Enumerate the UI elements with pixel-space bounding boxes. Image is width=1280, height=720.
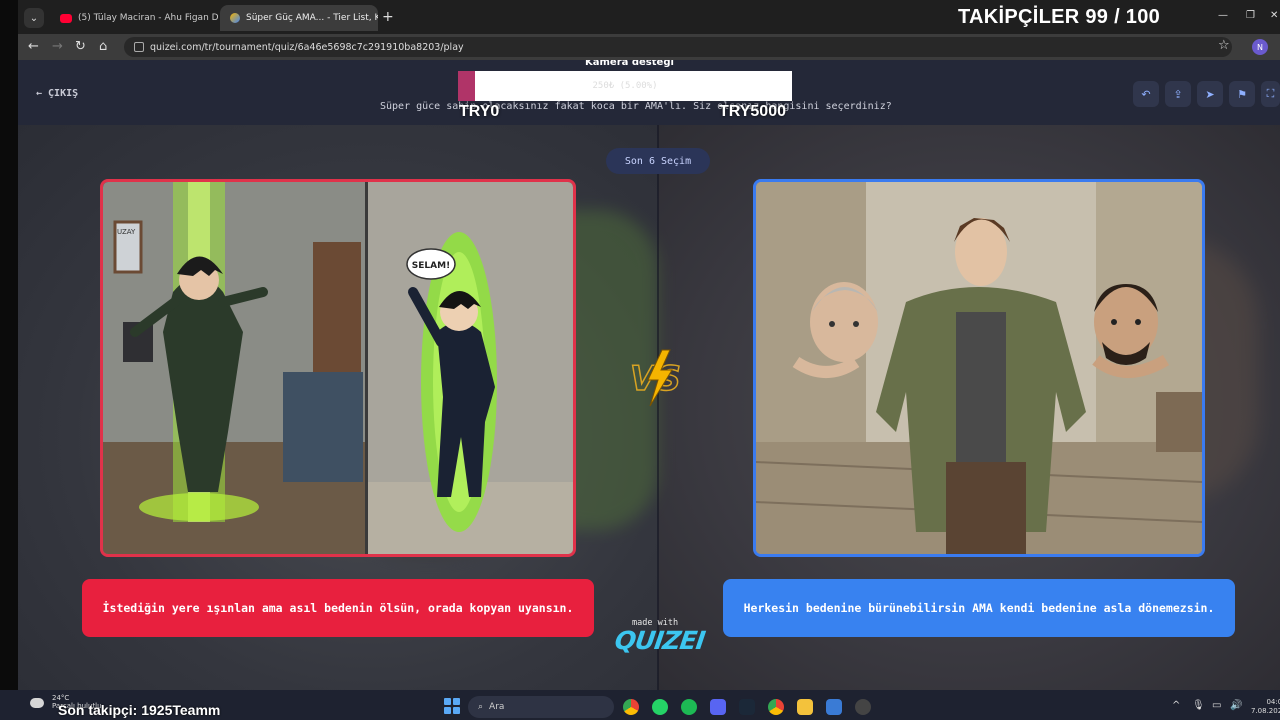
send-button[interactable]: ➤: [1197, 81, 1223, 107]
restore-icon[interactable]: ❐: [1246, 10, 1255, 21]
teleport-illustration: UZAY SELAM!: [103, 182, 573, 554]
followers-overlay: TAKİPÇİLER 99 / 100: [958, 6, 1161, 28]
volume-icon[interactable]: 🔊: [1230, 700, 1242, 711]
reload-icon[interactable]: ↻: [75, 39, 86, 54]
clock-date: 7.08.202: [1251, 707, 1280, 715]
poster-label: UZAY: [117, 228, 136, 236]
versus-icon: VS: [629, 349, 682, 407]
windows-taskbar: 24°C Parçalı bulutlu Son takipçi: 1925Te…: [0, 690, 1280, 720]
tray-chevron-icon[interactable]: ^: [1172, 700, 1180, 711]
youtube-icon: [60, 13, 72, 23]
quiz-page: ← ÇIKIŞ Süper güce sahip olacaksınız fak…: [18, 60, 1280, 690]
option-right-button[interactable]: Herkesin bedenine bürünebilirsin AMA ken…: [723, 579, 1235, 637]
donation-title: Kamera desteği: [585, 60, 674, 68]
donation-max: TRY5000: [719, 103, 786, 120]
tab-title: Süper Güç AMA... - Tier List, Kö: [246, 13, 378, 23]
microphone-icon[interactable]: 🎙: [1192, 700, 1205, 711]
taskbar-search[interactable]: ⌕ Ara: [468, 696, 614, 718]
browser-toolbar: ← → ↻ ⌂ quizei.com/tr/tournament/quiz/6a…: [18, 34, 1280, 60]
speech-bubble-text: SELAM!: [412, 261, 450, 271]
discord-icon[interactable]: [710, 699, 726, 715]
home-icon[interactable]: ⌂: [99, 39, 107, 54]
donation-progress-text: 250₺ (5.00%): [592, 81, 658, 91]
question-text: Süper güce sahip olacaksınız fakat koca …: [380, 101, 892, 112]
option-left-image[interactable]: UZAY SELAM!: [100, 179, 576, 557]
arrow-left-icon: ←: [36, 88, 43, 99]
option-right-image[interactable]: [753, 179, 1205, 557]
option-left-button[interactable]: İstediğin yere ışınlan ama asıl bedenin …: [82, 579, 594, 637]
share-button[interactable]: ⇪: [1165, 81, 1191, 107]
exit-label: ÇIKIŞ: [48, 88, 79, 99]
steam-icon[interactable]: [739, 699, 755, 715]
quizei-logo[interactable]: QUIZEI: [613, 626, 706, 655]
report-flag-button[interactable]: ⚑: [1229, 81, 1255, 107]
back-icon[interactable]: ←: [28, 39, 39, 54]
search-placeholder: Ara: [489, 702, 505, 712]
network-icon[interactable]: ▭: [1212, 700, 1221, 711]
windows-start-icon[interactable]: [444, 698, 460, 714]
search-icon: ⌕: [478, 702, 484, 712]
whatsapp-icon[interactable]: [652, 699, 668, 715]
screen: ⌄ (5) Tülay Maciran - Ahu Figan D ✕ Süpe…: [0, 0, 1280, 720]
tab-youtube[interactable]: (5) Tülay Maciran - Ahu Figan D ✕: [50, 5, 218, 31]
donation-min: TRY0: [459, 103, 500, 120]
obs-icon[interactable]: [855, 699, 871, 715]
url-bar[interactable]: quizei.com/tr/tournament/quiz/6a46e5698c…: [124, 37, 1232, 57]
tab-search-button[interactable]: ⌄: [24, 8, 44, 28]
weather-temp: 24°C: [52, 694, 70, 702]
forward-icon[interactable]: →: [52, 39, 63, 54]
profile-avatar[interactable]: N: [1252, 39, 1268, 55]
body-swap-illustration: [756, 182, 1202, 554]
exit-button[interactable]: ← ÇIKIŞ: [36, 88, 78, 99]
file-explorer-icon[interactable]: [797, 699, 813, 715]
minimize-icon[interactable]: —: [1218, 10, 1228, 21]
url-text: quizei.com/tr/tournament/quiz/6a46e5698c…: [150, 41, 464, 53]
chrome-profile-icon[interactable]: [623, 699, 639, 715]
site-info-icon[interactable]: [134, 42, 144, 52]
close-window-icon[interactable]: ✕: [1270, 10, 1278, 21]
app-icon[interactable]: [826, 699, 842, 715]
clock-time: 04:0: [1266, 698, 1280, 706]
new-tab-button[interactable]: +: [382, 9, 394, 25]
spotify-icon[interactable]: [681, 699, 697, 715]
undo-button[interactable]: ↶: [1133, 81, 1159, 107]
fullscreen-button[interactable]: ⛶: [1261, 81, 1280, 107]
quizei-favicon-icon: [230, 13, 240, 23]
round-indicator: Son 6 Seçim: [606, 148, 710, 174]
tab-quizei[interactable]: Süper Güç AMA... - Tier List, Kö ✕: [220, 5, 378, 31]
taskbar-clock[interactable]: 04:0 7.08.202: [1251, 698, 1280, 716]
tab-title: (5) Tülay Maciran - Ahu Figan D: [78, 13, 218, 23]
donation-progress-bar: 250₺ (5.00%): [458, 71, 792, 101]
browser-menu-icon[interactable]: ⋮: [1275, 38, 1280, 52]
last-follower-overlay: Son takipçi: 1925Teamm: [58, 702, 221, 718]
desktop-edge: [0, 0, 18, 690]
chrome-icon[interactable]: [768, 699, 784, 715]
weather-cloud-icon[interactable]: [30, 698, 44, 708]
bookmark-star-icon[interactable]: ☆: [1218, 38, 1230, 53]
